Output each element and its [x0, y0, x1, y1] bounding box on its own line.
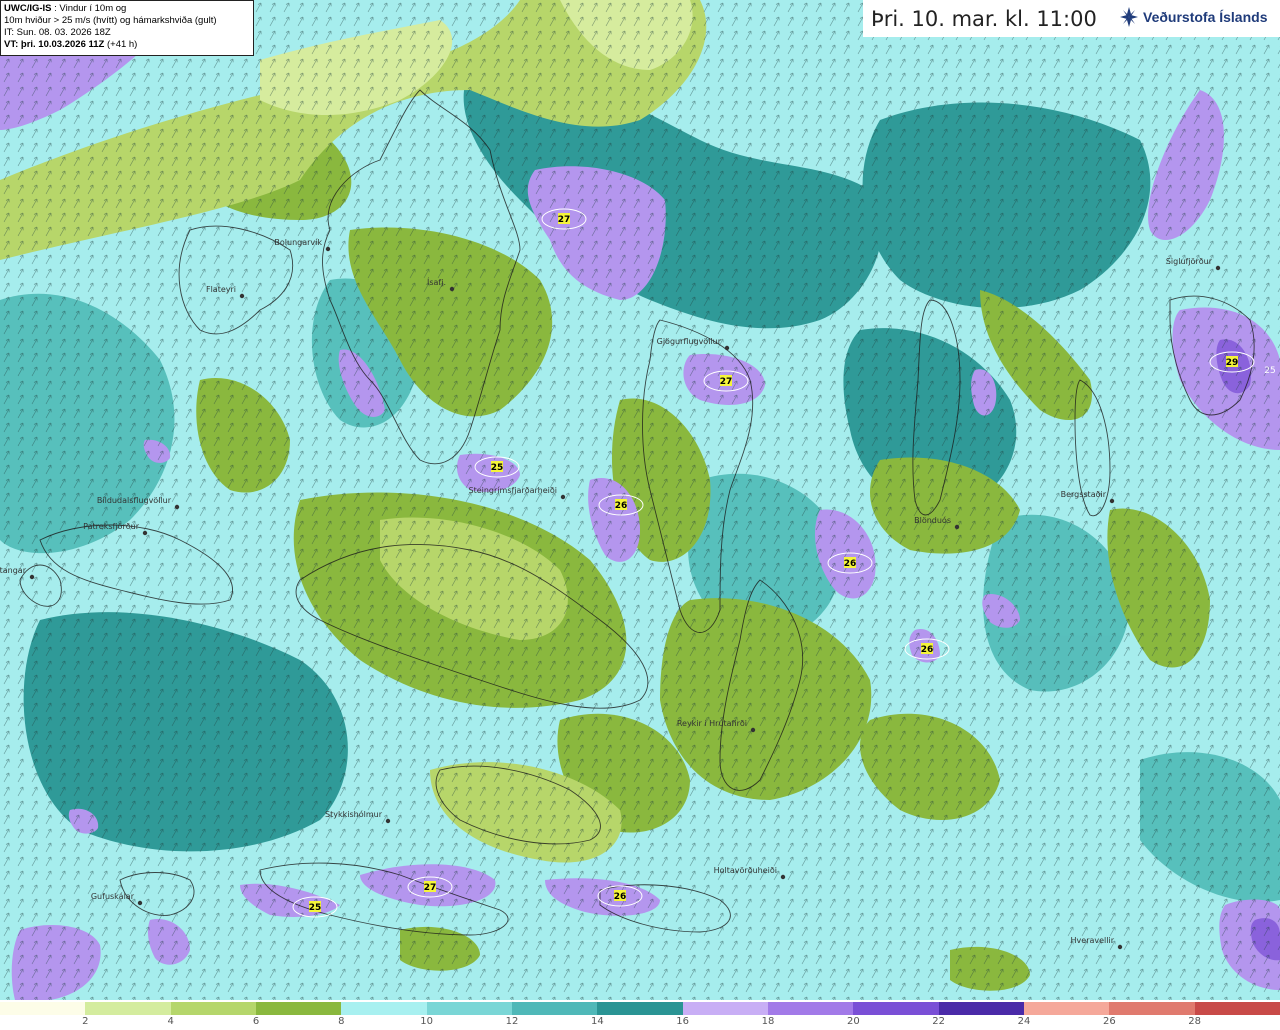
lead-time: (+41 h)	[104, 39, 138, 50]
place-name: Gufuskálar	[91, 892, 135, 901]
place-name: Reykir í Hrútafirði	[677, 719, 747, 728]
model-name: UWC/IG-IS	[4, 3, 52, 14]
map-title: Þri. 10. mar. kl. 11:00	[871, 6, 1097, 31]
valid-time: VT: þri. 10.03.2026 11Z	[4, 39, 105, 50]
place-name: Siglufjörður	[1166, 257, 1213, 266]
legend-tick-label: 24	[1017, 1016, 1031, 1027]
svg-text:27: 27	[424, 883, 437, 893]
svg-text:26: 26	[921, 645, 934, 655]
place-name: Blönduós	[914, 515, 951, 525]
legend-swatch	[0, 1002, 86, 1015]
place-name: Steingrímsfjarðarheiði	[469, 486, 558, 495]
legend-tick-label: 18	[761, 1016, 775, 1027]
legend-tick-label: 20	[846, 1016, 860, 1027]
place-name: Bjargtangar	[0, 566, 27, 575]
wind-map: Bolungarvík Flateyri Ísafj. Patreksfjörður B…	[0, 0, 1280, 1000]
svg-text:27: 27	[558, 215, 571, 225]
legend-swatch	[511, 1002, 598, 1015]
place-name: Bergsstaðir	[1061, 490, 1107, 499]
legend-swatch	[255, 1002, 342, 1015]
legend-tick-label: 6	[252, 1016, 260, 1027]
brand: Veðurstofa Íslands	[1119, 6, 1267, 28]
initial-time: IT: Sun. 08. 03. 2026 18Z	[4, 27, 111, 38]
svg-text:27: 27	[720, 377, 733, 387]
svg-text:25: 25	[1264, 366, 1275, 376]
legend-tick-label: 26	[1102, 1016, 1116, 1027]
legend-swatch	[1194, 1002, 1280, 1015]
place-name: Gjögurflugvöllur	[657, 337, 722, 346]
place-name: Stykkishólmur	[325, 809, 383, 819]
svg-text:26: 26	[844, 559, 857, 569]
place-name: Hveravellir	[1071, 936, 1115, 945]
legend-color-bar	[0, 1002, 1280, 1015]
color-legend: 2 4 6 8 10 12 14 16 18 20 22 24 26 28	[0, 1000, 1280, 1030]
svg-text:26: 26	[615, 501, 628, 511]
legend-swatch	[682, 1002, 768, 1015]
legend-swatch	[170, 1002, 256, 1015]
place-name: Holtavörðuheiði	[714, 866, 777, 875]
svg-text:25: 25	[491, 463, 504, 473]
title-box: Þri. 10. mar. kl. 11:00 Veðurstofa Íslan…	[863, 0, 1280, 37]
place-name: Bíldudalsflugvöllur	[97, 496, 172, 505]
place-name: Ísafj.	[427, 276, 446, 287]
brand-name: Veðurstofa Íslands	[1143, 9, 1268, 25]
place-name: Flateyri	[206, 285, 236, 294]
legend-tick-label: 4	[167, 1016, 174, 1027]
place-name: Bolungarvík	[274, 238, 322, 247]
svg-text:25: 25	[309, 903, 322, 913]
svg-text:29: 29	[1226, 358, 1239, 368]
place-name: Patreksfjörður	[83, 522, 140, 531]
legend-tick-label: 2	[82, 1016, 89, 1027]
legend-swatch	[1023, 1002, 1110, 1015]
legend-tick-label: 10	[420, 1016, 434, 1027]
gust-description: 10m hviður > 25 m/s (hvítt) og hámarkshv…	[4, 15, 217, 26]
legend-swatch	[341, 1002, 427, 1015]
legend-tick-label: 28	[1188, 1016, 1202, 1027]
vedurstofa-logo-icon	[1120, 7, 1138, 27]
legend-tick-label: 22	[932, 1016, 946, 1027]
legend-swatch	[597, 1002, 683, 1015]
max-gust-label: 25	[1264, 366, 1275, 376]
legend-tick-label: 16	[676, 1016, 690, 1027]
svg-text:26: 26	[614, 892, 627, 902]
legend-tick-label: 14	[590, 1016, 604, 1027]
legend-swatch	[85, 1002, 171, 1015]
legend-swatch	[426, 1002, 512, 1015]
forecast-info-box: UWC/IG-IS : Vindur í 10m og 10m hviður >…	[0, 0, 254, 56]
model-description: : Vindur í 10m og	[51, 3, 127, 14]
legend-tick-label: 8	[338, 1016, 345, 1027]
legend-swatch	[853, 1002, 939, 1015]
legend-tick-labels: 2 4 6 8 10 12 14 16 18 20 22 24 26 28	[0, 1016, 1280, 1030]
legend-swatch	[938, 1002, 1024, 1015]
legend-swatch	[1109, 1002, 1195, 1015]
legend-swatch	[767, 1002, 854, 1015]
legend-tick-label: 12	[505, 1016, 519, 1027]
